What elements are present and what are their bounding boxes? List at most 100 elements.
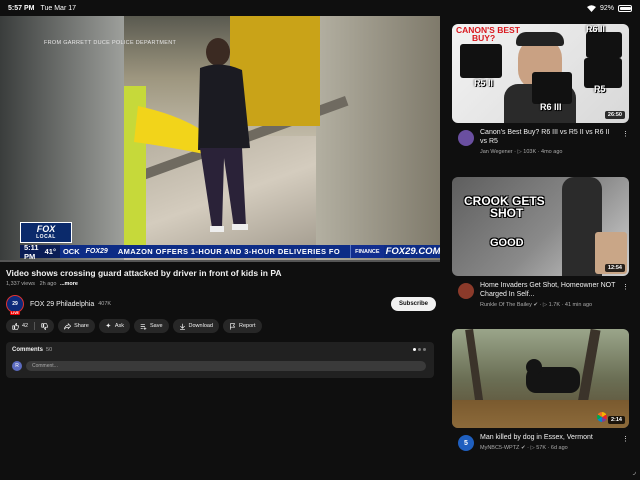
video-title[interactable]: Home Invaders Get Shot, Homeowner NOT Ch… (480, 281, 617, 299)
more-options-icon[interactable]: ⋮ (622, 435, 629, 443)
download-label: Download (188, 323, 213, 329)
save-button[interactable]: Save (133, 319, 169, 333)
share-icon (64, 322, 72, 330)
resize-handle-icon[interactable]: ◞ (633, 467, 636, 476)
like-separator (34, 322, 36, 330)
thumb-text-line2: SHOT (490, 206, 524, 220)
ticker-section: FINANCE (350, 245, 384, 258)
ticker-temp: 41° (44, 247, 56, 256)
thumb-label-r5ii: R5 II (474, 78, 494, 88)
status-time: 5:57 PM (8, 4, 35, 12)
thumb-text-good: GOOD (490, 237, 524, 249)
ticker-network: FOX29 (85, 248, 108, 255)
video-progress-bar[interactable] (0, 260, 440, 262)
status-date: Tue Mar 17 (40, 4, 77, 12)
report-button[interactable]: Report (223, 319, 262, 333)
more-options-icon[interactable]: ⋮ (622, 130, 629, 138)
video-views: 1,337 views (6, 281, 36, 287)
view-count: 57K (536, 445, 547, 451)
ticker-partial: OCK (62, 247, 80, 256)
thumb-dog-head (526, 359, 542, 375)
channel-avatar[interactable] (458, 283, 474, 299)
ticker-site: FOX29.COM (385, 246, 440, 257)
video-player[interactable]: FROM GARRETT DUCE POLICE DEPARTMENT FOX … (0, 16, 440, 262)
view-count: 1.7K (548, 302, 560, 308)
share-button[interactable]: Share (58, 319, 95, 333)
share-label: Share (74, 323, 89, 329)
video-duration: 26:50 (604, 111, 625, 119)
video-thumbnail[interactable]: 2:14 (452, 329, 629, 428)
comments-count: 50 (46, 347, 53, 353)
thumb-text: CANON'S BEST BUY? (456, 26, 520, 43)
play-icon: ▷ (542, 302, 548, 308)
video-meta: MyNBC5-WPTZ ✔ · ▷ 57K · 6d ago (480, 445, 568, 451)
channel-subscribers: 407K (98, 301, 112, 307)
thumb-text: CROOK GETS SHOT (464, 195, 545, 219)
video-meta: Runkle Of The Bailey ✔ · ▷ 1.7K · 41 min… (480, 302, 593, 308)
comments-header: Comments 50 (12, 347, 52, 353)
thumb-person-cap (516, 32, 564, 46)
channel-row: 29 LIVE FOX 29 Philadelphia 407K Subscri… (6, 294, 436, 315)
comment-input[interactable]: Comment... (26, 361, 426, 371)
recommended-video[interactable]: CANON'S BEST BUY? R5 II R6 II R6 III R5 2… (452, 24, 629, 155)
wifi-icon (586, 4, 596, 12)
live-badge: LIVE (10, 311, 20, 315)
channel-avatar[interactable]: 5 (458, 435, 474, 451)
upload-age: 4mo ago (541, 149, 563, 155)
video-thumbnail[interactable]: CANON'S BEST BUY? R5 II R6 II R6 III R5 2… (452, 24, 629, 123)
video-title: Video shows crossing guard attacked by d… (6, 268, 282, 278)
channel-name[interactable]: FOX 29 Philadelphia (30, 301, 94, 308)
avatar-text: 29 (12, 301, 18, 307)
sparkle-icon: ✦ (105, 322, 112, 330)
more-link[interactable]: ...more (60, 281, 78, 287)
thumb-label-r6ii: R6 II (586, 24, 606, 34)
upload-age: 41 min ago (564, 302, 593, 308)
channel-name: MyNBC5-WPTZ (480, 445, 520, 451)
thumb-label-r5: R5 (594, 84, 606, 94)
ask-label: Ask (114, 323, 124, 329)
video-thumbnail[interactable]: CROOK GETS SHOT GOOD 12:54 (452, 177, 629, 276)
ticker-headline: AMAZON OFFERS 1-HOUR AND 3-HOUR DELIVERI… (117, 247, 341, 256)
logo-brand: FOX (36, 224, 56, 234)
thumb-camera (460, 44, 502, 78)
save-label: Save (149, 323, 163, 329)
save-icon (140, 323, 147, 330)
recommendations-sidebar: CANON'S BEST BUY? R5 II R6 II R6 III R5 2… (440, 0, 640, 480)
play-icon: ▷ (530, 445, 535, 451)
status-right: 92% (586, 4, 632, 12)
video-title[interactable]: Canon's Best Buy? R6 III vs R5 II vs R6 … (480, 128, 617, 146)
user-avatar: R (12, 361, 22, 371)
logo-sub: LOCAL (36, 234, 56, 240)
comments-label: Comments (12, 347, 44, 353)
video-info: Home Invaders Get Shot, Homeowner NOT Ch… (452, 281, 629, 308)
video-meta: 1,337 views 2h ago ...more (6, 281, 78, 287)
recommended-video[interactable]: CROOK GETS SHOT GOOD 12:54 Home Invaders … (452, 177, 629, 308)
thumbs-up-icon[interactable] (12, 322, 19, 330)
recommended-video[interactable]: 2:14 5 Man killed by dog in Essex, Vermo… (452, 329, 629, 451)
ask-button[interactable]: ✦ Ask (98, 319, 130, 333)
download-button[interactable]: Download (172, 319, 219, 333)
ticker-clock: 5:11 PM 41° (20, 242, 60, 261)
channel-name: Jan Wegener (480, 149, 513, 155)
thumb-text-line2: BUY? (472, 33, 496, 43)
download-icon (179, 323, 186, 330)
more-options-icon[interactable]: ⋮ (622, 283, 629, 291)
battery-percent: 92% (599, 4, 614, 12)
channel-avatar[interactable] (458, 130, 474, 146)
subscribe-button[interactable]: Subscribe (390, 297, 436, 311)
channel-avatar[interactable]: 29 LIVE (6, 295, 24, 315)
nbc-peacock-logo (597, 412, 607, 422)
video-duration: 12:54 (604, 264, 625, 272)
like-count: 42 (22, 323, 29, 329)
verified-icon: ✔ (533, 302, 539, 308)
channel-name: Runkle Of The Bailey (480, 302, 532, 308)
play-icon: ▷ (517, 149, 522, 155)
video-info: Canon's Best Buy? R6 III vs R5 II vs R6 … (452, 128, 629, 155)
news-ticker: 5:11 PM 41° OCK FOX29 AMAZON OFFERS 1-HO… (20, 242, 440, 261)
view-count: 103K (523, 149, 537, 155)
comments-panel[interactable]: Comments 50 R Comment... (6, 342, 434, 378)
ticker-time: 5:11 PM (24, 242, 39, 261)
video-title[interactable]: Man killed by dog in Essex, Vermont (480, 433, 617, 442)
upload-age: 6d ago (550, 445, 568, 451)
thumbs-down-icon[interactable] (41, 322, 49, 330)
